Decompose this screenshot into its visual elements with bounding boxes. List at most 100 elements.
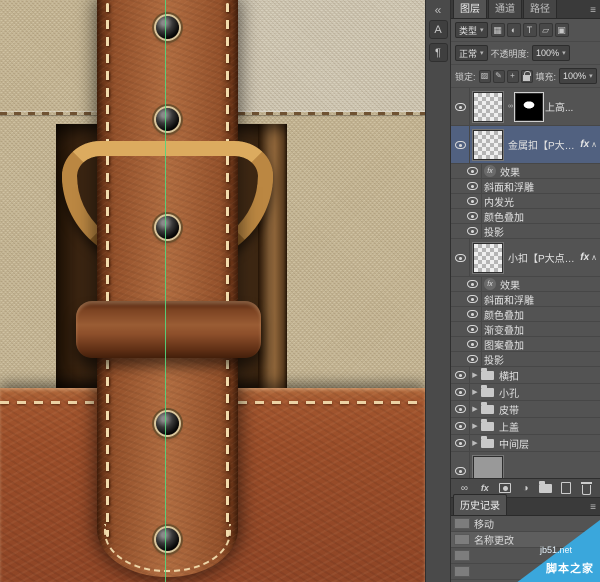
visibility-toggle[interactable] xyxy=(463,307,482,321)
layer-thumbnail[interactable] xyxy=(473,130,503,160)
panel-menu-icon[interactable]: ≡ xyxy=(588,502,598,515)
opacity-value[interactable]: 100% ▾ xyxy=(532,45,570,61)
folder-icon xyxy=(481,405,494,414)
visibility-toggle[interactable] xyxy=(463,209,482,223)
layer-row[interactable]: 内发光 xyxy=(451,194,600,209)
visibility-toggle[interactable] xyxy=(463,337,482,351)
visibility-toggle[interactable] xyxy=(451,418,470,434)
tab-channels[interactable]: 通道 xyxy=(488,0,522,18)
layer-name: 斜面和浮雕 xyxy=(482,292,600,307)
lock-image-pixels-icon[interactable]: ✎ xyxy=(493,70,505,83)
fill-value[interactable]: 100% ▾ xyxy=(559,68,597,84)
filter-type-layers-icon[interactable]: T xyxy=(523,23,537,37)
new-group-icon[interactable] xyxy=(539,481,552,495)
rivet xyxy=(156,412,179,435)
adjustment-layer-icon[interactable]: ◑ xyxy=(519,481,532,495)
new-layer-icon[interactable] xyxy=(560,481,573,495)
collapse-dock-icon[interactable]: « xyxy=(429,3,448,16)
tab-paths[interactable]: 路径 xyxy=(523,0,557,18)
visibility-toggle[interactable] xyxy=(451,367,470,383)
tab-history[interactable]: 历史记录 xyxy=(453,494,507,515)
layer-row[interactable]: 颜色叠加 xyxy=(451,209,600,224)
expander-icon[interactable]: ▶ xyxy=(470,439,480,447)
collapse-effects-icon[interactable]: ∧ xyxy=(591,253,600,262)
blend-mode-select[interactable]: 正常 ▾ xyxy=(455,45,488,61)
visibility-toggle[interactable] xyxy=(451,435,470,451)
fill-number: 100% xyxy=(563,71,586,81)
visibility-toggle[interactable] xyxy=(463,164,482,178)
layer-row[interactable]: 渐变叠加 xyxy=(451,322,600,337)
visibility-toggle[interactable] xyxy=(463,277,482,291)
layer-mask-thumbnail[interactable] xyxy=(515,93,543,121)
layer-row[interactable]: 小扣【P大点S】fx∧ xyxy=(451,239,600,277)
layer-row[interactable]: ∞上高... xyxy=(451,88,600,126)
filter-kind-select[interactable]: 类型 ▾ xyxy=(455,22,488,38)
expander-icon[interactable]: ▶ xyxy=(470,388,480,396)
lock-all-icon[interactable] xyxy=(521,70,533,83)
opacity-number: 100% xyxy=(536,48,559,58)
visibility-toggle[interactable] xyxy=(451,452,470,478)
expander-icon[interactable]: ▶ xyxy=(470,371,480,379)
layer-thumbnail[interactable] xyxy=(473,456,503,479)
visibility-toggle[interactable] xyxy=(463,292,482,306)
layer-row[interactable]: 图案叠加 xyxy=(451,337,600,352)
layer-style-icon[interactable]: fx xyxy=(478,481,491,495)
visibility-toggle[interactable] xyxy=(451,126,470,163)
layer-row[interactable] xyxy=(451,452,600,478)
layer-thumbnail[interactable] xyxy=(473,243,503,273)
layer-row[interactable]: fx效果 xyxy=(451,164,600,179)
layer-row[interactable]: 投影 xyxy=(451,224,600,239)
visibility-toggle[interactable] xyxy=(451,384,470,400)
layer-row[interactable]: ▶小孔 xyxy=(451,384,600,401)
delete-layer-icon[interactable] xyxy=(580,481,593,495)
collapse-effects-icon[interactable]: ∧ xyxy=(591,140,600,149)
link-layers-icon[interactable]: ∞ xyxy=(458,481,471,495)
layer-row[interactable]: fx效果 xyxy=(451,277,600,292)
visibility-toggle[interactable] xyxy=(463,352,482,366)
vertical-guide-line[interactable] xyxy=(165,0,166,582)
layer-row[interactable]: ▶中间层 xyxy=(451,435,600,452)
history-state-icon xyxy=(454,534,470,545)
visibility-toggle[interactable] xyxy=(463,179,482,193)
tab-layers[interactable]: 图层 xyxy=(453,0,487,18)
lock-transparent-pixels-icon[interactable]: ▨ xyxy=(479,70,491,83)
layer-thumbnail[interactable] xyxy=(473,92,503,122)
expander-icon[interactable]: ▶ xyxy=(470,422,480,430)
layer-row[interactable]: 斜面和浮雕 xyxy=(451,292,600,307)
lock-position-icon[interactable]: + xyxy=(507,70,519,83)
filter-shape-layers-icon[interactable]: ▱ xyxy=(539,23,553,37)
filter-smart-objects-icon[interactable]: ▣ xyxy=(555,23,569,37)
fabric-texture-top-right xyxy=(238,0,425,112)
history-state-icon xyxy=(454,550,470,561)
layers-panel: 图层 通道 路径 ≡ 类型 ▾ ▦◐T▱▣ 正常 ▾ 不透明度: 100% ▾ … xyxy=(451,0,600,582)
effects-icon: fx xyxy=(484,165,496,177)
visibility-toggle[interactable] xyxy=(463,224,482,238)
visibility-toggle[interactable] xyxy=(451,88,470,125)
expander-icon[interactable]: ▶ xyxy=(470,405,480,413)
history-state-icon xyxy=(454,518,470,529)
visibility-toggle[interactable] xyxy=(463,322,482,336)
layer-row[interactable]: 斜面和浮雕 xyxy=(451,179,600,194)
layer-name: 渐变叠加 xyxy=(482,322,600,337)
layer-row[interactable]: ▶皮带 xyxy=(451,401,600,418)
eye-icon xyxy=(455,103,466,111)
document-canvas[interactable] xyxy=(0,0,425,582)
paragraph-panel-icon[interactable]: ¶ xyxy=(429,43,448,62)
seam-stitching-right xyxy=(238,112,425,115)
filter-pixel-layers-icon[interactable]: ▦ xyxy=(491,23,505,37)
character-panel-icon[interactable]: A xyxy=(429,20,448,39)
visibility-toggle[interactable] xyxy=(451,401,470,417)
layer-row[interactable]: 投影 xyxy=(451,352,600,367)
visibility-toggle[interactable] xyxy=(463,194,482,208)
panel-menu-icon[interactable]: ≡ xyxy=(588,5,598,18)
visibility-toggle[interactable] xyxy=(451,239,470,276)
rivet xyxy=(156,216,179,239)
layer-row[interactable]: ▶横扣 xyxy=(451,367,600,384)
filter-adjustment-layers-icon[interactable]: ◐ xyxy=(507,23,521,37)
eye-icon xyxy=(455,388,466,396)
layer-row[interactable]: ▶上盖 xyxy=(451,418,600,435)
add-layer-mask-icon[interactable] xyxy=(499,481,512,495)
layer-row[interactable]: 颜色叠加 xyxy=(451,307,600,322)
layer-row[interactable]: 金属扣【P大点...fx∧ xyxy=(451,126,600,164)
folder-icon xyxy=(481,388,494,397)
